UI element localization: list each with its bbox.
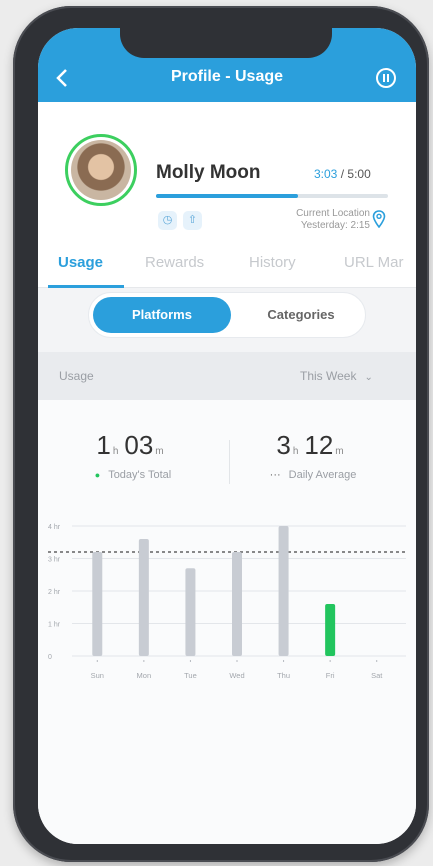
y-tick-label: 0 [48, 654, 52, 661]
avg-minutes: 12 [304, 430, 334, 460]
bar-sun [92, 552, 103, 656]
time-limit-value: 5:00 [347, 167, 371, 181]
y-tick-label: 1 hr [48, 622, 61, 629]
tab-history[interactable]: History [249, 254, 296, 271]
daily-average-stat: 3 h 12 m ··· Daily Average [253, 430, 373, 481]
time-used: 3:03 / 5:00 [314, 167, 371, 181]
weekly-usage-chart: 4 hr 3 hr 2 hr 1 hr 0 Sun Mon Tue Wed Thu Fri Sat [48, 524, 406, 680]
y-tick-label: 4 hr [48, 524, 61, 531]
today-hours: 1 [96, 430, 111, 460]
today-minutes: 03 [124, 430, 154, 460]
x-tick-label: Tue [184, 671, 197, 680]
x-tick-label: Thu [277, 671, 290, 680]
phone-notch [120, 28, 332, 58]
time-progress-fill [156, 194, 298, 198]
time-used-value: 3:03 [314, 167, 338, 181]
x-tick-label: Mon [137, 671, 152, 680]
bar-fri [325, 604, 336, 656]
today-total-stat: 1 h 03 m ● Today's Total [78, 430, 188, 481]
tab-usage[interactable]: Usage [58, 254, 103, 271]
location-info: Current Location Yesterday: 2:15 [270, 208, 370, 232]
avg-hours: 3 [276, 430, 291, 460]
dotted-line-icon: ··· [269, 469, 281, 481]
x-tick-label: Fri [326, 671, 335, 680]
time-progress-bar [156, 194, 388, 198]
profile-name: Molly Moon [156, 162, 261, 183]
bar-wed [232, 552, 242, 656]
chevron-down-icon: ⌄ [364, 372, 373, 383]
today-total-label: Today's Total [108, 469, 172, 481]
avg-minutes-unit: m [335, 446, 344, 457]
tab-bar: Usage Rewards History URL Mar [38, 242, 416, 288]
segment-control: Platforms Categories [88, 292, 366, 338]
period-value: This Week [300, 369, 357, 383]
page-title: Profile - Usage [170, 68, 284, 85]
x-tick-label: Wed [229, 671, 244, 680]
x-tick-label: Sun [91, 671, 104, 680]
categories-segment[interactable]: Categories [239, 297, 363, 333]
green-dot-icon: ● [94, 470, 101, 480]
location-time: Yesterday: 2:15 [300, 220, 370, 231]
tab-url-manager[interactable]: URL Mar [344, 254, 403, 271]
y-tick-label: 3 hr [48, 557, 61, 564]
app-screen: Profile - Usage Molly Moon 3:03 / 5:00 ◷… [38, 28, 416, 844]
location-label: Current Location [296, 208, 370, 219]
pause-icon[interactable] [376, 68, 396, 88]
avatar [65, 134, 137, 206]
upload-icon[interactable]: ⇧ [183, 211, 202, 230]
avg-hours-unit: h [292, 446, 299, 457]
bar-thu [278, 526, 289, 656]
stats-divider [229, 440, 230, 484]
profile-card: Molly Moon 3:03 / 5:00 ◷ ⇧ Current Locat… [38, 102, 416, 242]
clock-icon[interactable]: ◷ [158, 211, 177, 230]
usage-filter-label: Usage [59, 369, 94, 383]
bar-mon [138, 539, 149, 656]
today-hours-unit: h [112, 446, 119, 457]
time-separator: / [340, 167, 345, 181]
tab-active-indicator [48, 285, 124, 288]
bar-tue [185, 568, 196, 656]
platforms-segment[interactable]: Platforms [93, 297, 231, 333]
daily-average-label: Daily Average [288, 469, 357, 481]
x-tick-label: Sat [371, 671, 383, 680]
location-pin-icon[interactable] [372, 210, 386, 228]
usage-filter-bar: Usage This Week ⌄ [38, 352, 416, 400]
y-tick-label: 2 hr [48, 589, 61, 596]
today-minutes-unit: m [155, 446, 164, 457]
tab-rewards[interactable]: Rewards [145, 254, 204, 271]
period-dropdown[interactable]: This Week ⌄ [300, 369, 373, 383]
